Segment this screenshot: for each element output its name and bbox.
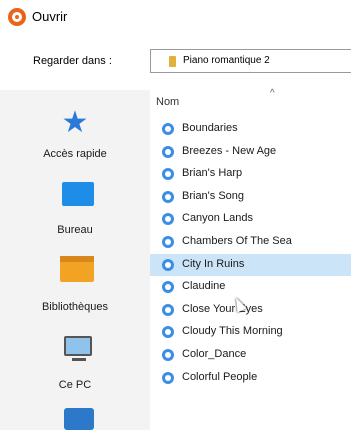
file-name: Claudine	[182, 280, 226, 293]
app-circle-icon	[8, 8, 26, 26]
place-desktop[interactable]	[0, 182, 150, 212]
place-label-quick-access: Accès rapide	[43, 148, 107, 160]
desktop-icon	[62, 182, 94, 206]
audio-file-icon	[162, 281, 174, 294]
file-row[interactable]: Boundaries	[150, 118, 351, 140]
audio-file-icon	[162, 123, 174, 135]
network-icon	[64, 408, 94, 430]
file-name: Breezes - New Age	[182, 144, 277, 157]
file-row[interactable]: Brian's Song	[150, 186, 351, 208]
places-sidebar: ★ Accès rapide Bureau Bibliothèques Ce P…	[0, 90, 150, 430]
audio-file-icon	[162, 213, 174, 226]
sort-ascending-icon: ^	[270, 88, 275, 99]
window-title: Ouvrir	[32, 9, 68, 24]
file-row[interactable]: Close Your Eyes	[150, 299, 351, 321]
place-label-libraries: Bibliothèques	[41, 301, 109, 313]
file-row[interactable]: Canyon Lands	[150, 208, 351, 230]
file-row[interactable]: Cloudy This Morning	[150, 321, 351, 343]
file-list: Nom ^ Boundaries Breezes - New Age Brian's…	[150, 88, 351, 430]
column-header-name[interactable]: Nom	[156, 96, 179, 108]
star-icon: ★	[61, 106, 89, 139]
file-row[interactable]: Breezes - New Age	[150, 141, 351, 163]
file-name: Brian's Harp	[182, 167, 243, 180]
audio-file-icon	[162, 371, 174, 384]
computer-icon	[64, 336, 92, 361]
place-label-this-pc: Ce PC	[58, 379, 92, 391]
file-name: Boundaries	[182, 122, 238, 134]
place-label-desktop: Bureau	[57, 224, 93, 236]
folder-icon	[169, 56, 176, 67]
place-this-pc[interactable]	[0, 336, 150, 366]
file-row[interactable]: Color_Dance	[150, 344, 351, 366]
file-name: Close Your Eyes	[182, 302, 263, 315]
file-row[interactable]: Chambers Of The Sea	[150, 231, 351, 253]
audio-file-icon	[162, 349, 174, 361]
look-in-label: Regarder dans :	[33, 55, 112, 67]
libraries-icon	[60, 256, 94, 282]
audio-file-icon	[162, 236, 174, 248]
file-row[interactable]: City In Ruins	[150, 253, 351, 276]
file-name: Brian's Song	[182, 189, 245, 202]
audio-file-icon	[162, 258, 174, 271]
look-in-value: Piano romantique 2	[183, 55, 270, 66]
file-name: City In Ruins	[182, 257, 245, 270]
file-name: Canyon Lands	[182, 212, 253, 225]
title-bar: Ouvrir	[0, 0, 351, 36]
audio-file-icon	[162, 190, 174, 203]
audio-file-icon	[162, 145, 174, 158]
place-network[interactable]	[0, 408, 150, 438]
look-in-dropdown[interactable]: Piano romantique 2	[150, 49, 351, 73]
place-quick-access[interactable]: ★	[0, 108, 150, 138]
audio-file-icon	[162, 326, 174, 339]
file-row[interactable]: Colorful People	[150, 367, 351, 389]
file-name: Color_Dance	[182, 348, 247, 360]
audio-file-icon	[162, 303, 174, 316]
file-row[interactable]: Claudine	[150, 276, 351, 298]
file-name: Cloudy This Morning	[182, 325, 283, 338]
file-row[interactable]: Brian's Harp	[150, 163, 351, 185]
file-name: Chambers Of The Sea	[182, 235, 292, 247]
audio-file-icon	[162, 168, 174, 181]
place-libraries[interactable]	[0, 256, 150, 286]
file-name: Colorful People	[182, 370, 258, 383]
